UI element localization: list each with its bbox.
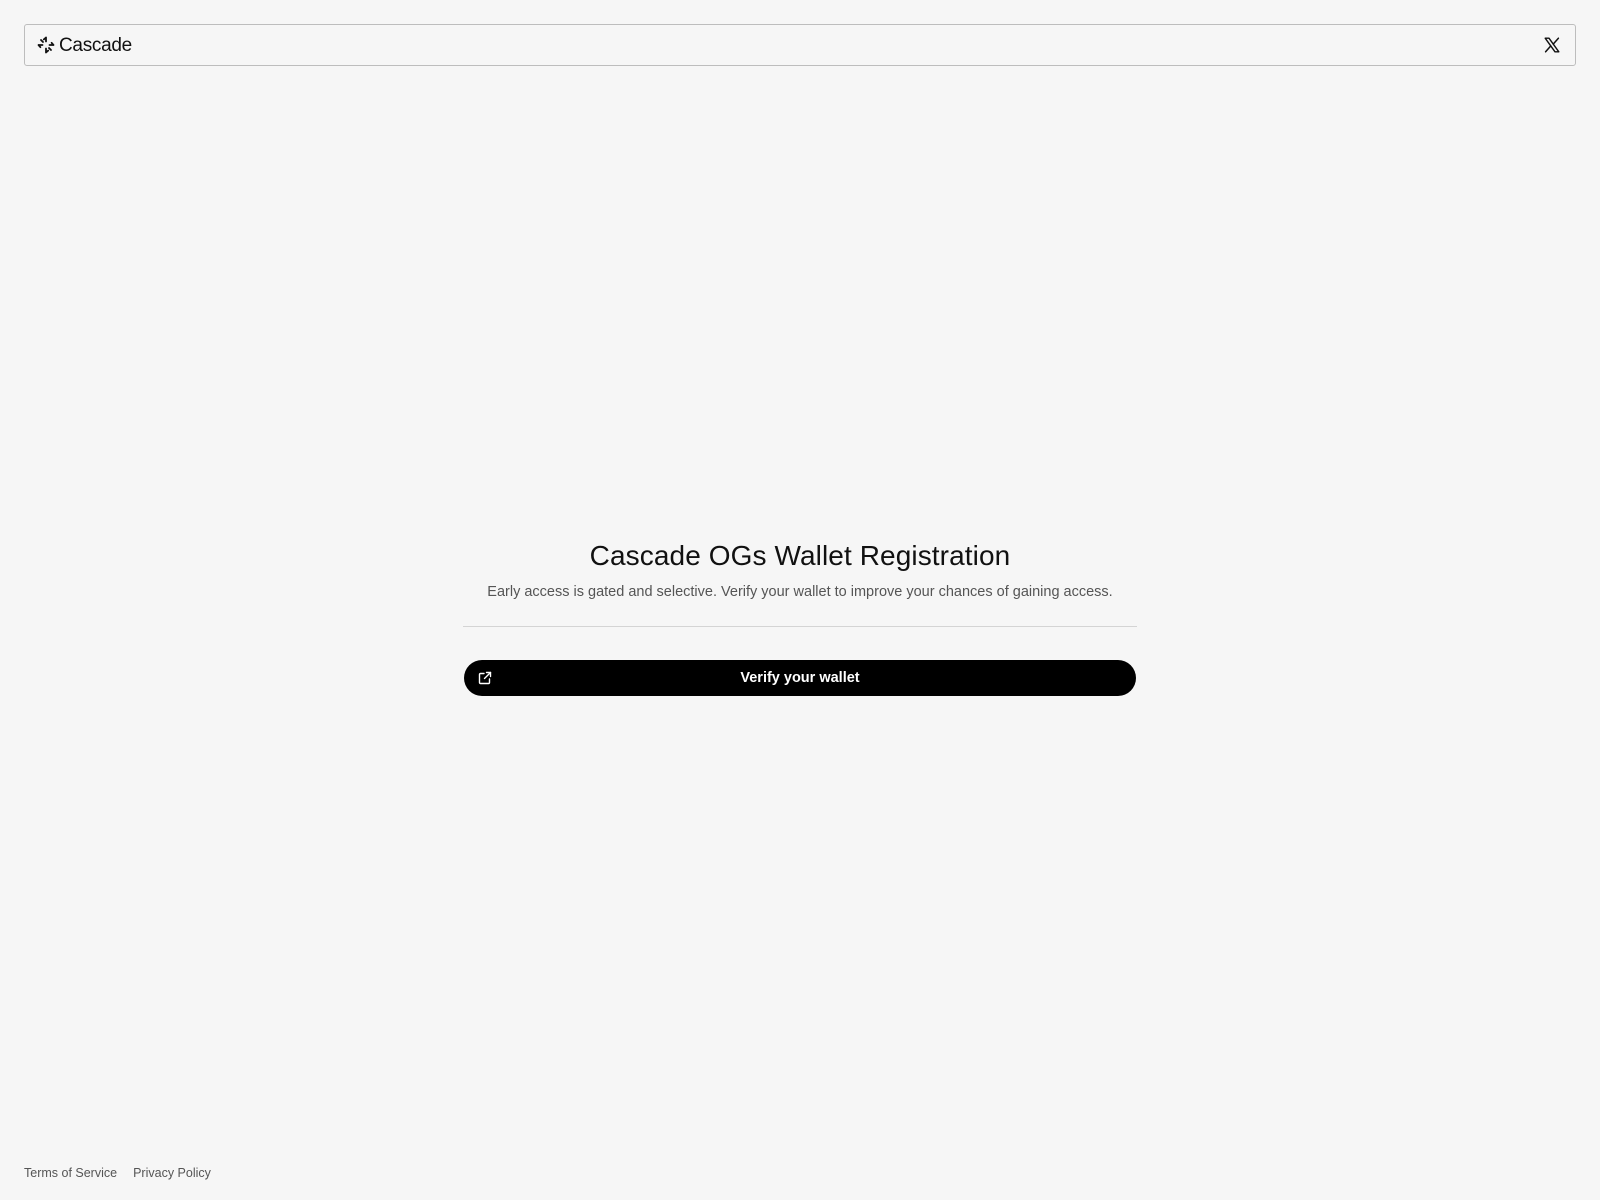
page-title: Cascade OGs Wallet Registration bbox=[589, 540, 1011, 571]
section-divider bbox=[463, 626, 1137, 627]
external-link-icon bbox=[478, 671, 492, 685]
registration-section: Cascade OGs Wallet Registration Early ac… bbox=[463, 538, 1137, 696]
x-social-link[interactable] bbox=[1541, 34, 1563, 56]
brand-name: Cascade bbox=[59, 34, 132, 56]
footer: Terms of Service Privacy Policy bbox=[24, 1166, 211, 1180]
verify-wallet-button[interactable]: Verify your wallet bbox=[464, 660, 1136, 696]
x-icon bbox=[1544, 37, 1560, 53]
brand-home-link[interactable]: Cascade bbox=[37, 36, 132, 55]
top-navbar: Cascade bbox=[24, 24, 1576, 66]
verify-wallet-button-label: Verify your wallet bbox=[740, 670, 860, 686]
terms-of-service-link[interactable]: Terms of Service bbox=[24, 1166, 117, 1180]
cascade-logo-icon bbox=[37, 36, 55, 54]
privacy-policy-link[interactable]: Privacy Policy bbox=[133, 1166, 211, 1180]
page-subtitle: Early access is gated and selective. Ver… bbox=[487, 584, 1113, 600]
page: Cascade Cascade OGs Wallet Registration … bbox=[0, 0, 1600, 1200]
